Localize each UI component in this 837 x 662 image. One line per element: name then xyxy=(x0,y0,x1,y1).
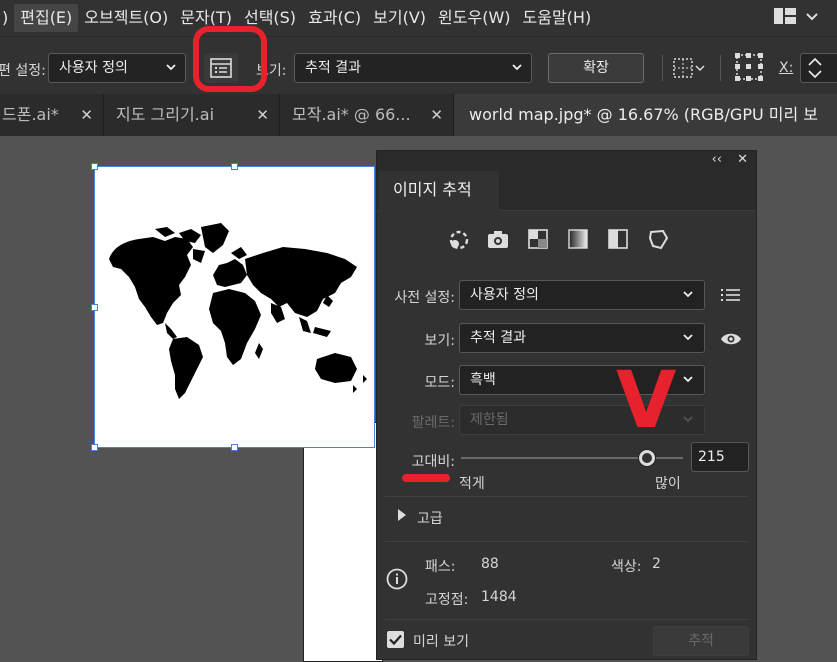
control-bar: 편 설정: 사용자 정의 보기: 추적 결과 확장 X: xyxy=(0,36,837,94)
annotation-underline xyxy=(402,474,450,482)
align-grid-icon[interactable] xyxy=(672,57,706,83)
preview-label: 미리 보기 xyxy=(413,634,469,650)
menu-item-view[interactable]: 보기(V) xyxy=(367,4,432,32)
preview-checkbox[interactable] xyxy=(387,631,404,648)
chevron-down-icon xyxy=(682,406,694,444)
document-tab-bar: 드폰.ai* ✕ 지도 그리기.ai ✕ 모작.ai* @ 66... ✕ world… xyxy=(0,94,837,136)
preset-label: 편 설정: xyxy=(0,63,46,79)
chevron-down-icon xyxy=(165,54,177,92)
close-icon[interactable]: ✕ xyxy=(80,94,93,136)
threshold-input[interactable]: 215 xyxy=(691,442,749,472)
selection-handle[interactable] xyxy=(231,163,238,170)
chevron-down-icon xyxy=(682,324,694,362)
x-label: X: xyxy=(779,60,794,76)
palette-label: 팔레트: xyxy=(411,415,455,431)
disclosure-triangle-icon[interactable] xyxy=(397,508,407,526)
world-map-image[interactable] xyxy=(95,167,374,447)
panel-tab-row: 이미지 추적 xyxy=(377,171,756,212)
camera-icon[interactable] xyxy=(485,226,511,256)
selection-handle[interactable] xyxy=(231,444,238,451)
info-icon xyxy=(386,568,408,594)
low-color-icon[interactable] xyxy=(525,226,551,256)
selection-handle[interactable] xyxy=(91,163,98,170)
trace-button[interactable]: 추적 xyxy=(653,626,749,656)
panel-header: ‹‹ ✕ xyxy=(377,151,756,171)
collapse-icon[interactable]: ‹‹ xyxy=(712,152,722,167)
document-tab[interactable]: 지도 그리기.ai ✕ xyxy=(104,94,280,136)
close-icon[interactable]: ✕ xyxy=(430,94,443,136)
menu-bar: ) 편집(E) 오브젝트(O) 문자(T) 선택(S) 효과(C) 보기(V) … xyxy=(0,0,837,36)
advanced-label[interactable]: 고급 xyxy=(417,508,443,528)
grayscale-icon[interactable] xyxy=(565,226,591,256)
workspace-layout-icon[interactable] xyxy=(773,7,797,29)
preset-menu-icon[interactable] xyxy=(721,287,741,307)
slider-min-label: 적게 xyxy=(459,476,485,492)
artboard-secondary xyxy=(303,422,383,662)
threshold-slider[interactable] xyxy=(461,448,683,468)
paths-label: 패스: xyxy=(425,559,456,575)
document-tab[interactable]: 드폰.ai* ✕ xyxy=(0,94,104,136)
transform-grid-icon[interactable] xyxy=(733,51,765,87)
chevron-down-icon[interactable] xyxy=(805,10,819,26)
close-icon[interactable]: ✕ xyxy=(256,94,269,136)
panel-view-dropdown[interactable]: 추적 결과 xyxy=(459,323,705,353)
document-tab[interactable]: 모작.ai* @ 66... ✕ xyxy=(280,94,454,136)
auto-color-icon[interactable] xyxy=(445,226,471,256)
menu-item-partial[interactable]: ) xyxy=(0,4,14,32)
preset-dropdown[interactable]: 사용자 정의 xyxy=(48,53,186,83)
menu-item-effect[interactable]: 효과(C) xyxy=(302,4,367,32)
menu-item-edit[interactable]: 편집(E) xyxy=(14,4,79,32)
annotation-highlight-box xyxy=(193,26,267,92)
outline-icon[interactable] xyxy=(645,226,671,256)
chevron-down-icon xyxy=(682,281,694,319)
black-and-white-icon[interactable] xyxy=(605,226,631,256)
paths-value: 88 xyxy=(481,556,499,572)
threshold-label: 고대비: xyxy=(411,454,455,470)
view-label: 보기: xyxy=(424,333,455,349)
artboard[interactable] xyxy=(91,163,375,451)
x-stepper[interactable] xyxy=(800,53,837,83)
panel-title-tab[interactable]: 이미지 추적 xyxy=(379,171,499,212)
selection-handle[interactable] xyxy=(91,444,98,451)
image-trace-panel: ‹‹ ✕ 이미지 추적 사전 설정: 사용자 정의 보기: 추적 결과 모드: … xyxy=(376,150,757,660)
document-tab-active[interactable]: world map.jpg* @ 16.67% (RGB/GPU 미리 보 xyxy=(454,94,837,136)
chevron-down-icon xyxy=(511,54,523,92)
chevron-down-icon xyxy=(682,366,694,404)
view-dropdown[interactable]: 추적 결과 xyxy=(294,53,532,83)
slider-thumb[interactable] xyxy=(638,449,657,467)
anchors-label: 고정점: xyxy=(425,592,469,608)
mode-label: 모드: xyxy=(424,375,455,391)
expand-button[interactable]: 확장 xyxy=(548,53,644,83)
menu-item-object[interactable]: 오브젝트(O) xyxy=(78,4,174,32)
eye-icon[interactable] xyxy=(720,331,742,351)
slider-max-label: 많이 xyxy=(655,476,681,492)
selection-handle[interactable] xyxy=(91,304,98,311)
panel-preset-dropdown[interactable]: 사용자 정의 xyxy=(459,280,705,310)
menu-item-window[interactable]: 윈도우(W) xyxy=(432,4,516,32)
preset-label: 사전 설정: xyxy=(394,290,455,306)
menu-item-help[interactable]: 도움말(H) xyxy=(517,4,598,32)
colors-value: 2 xyxy=(652,556,661,572)
close-icon[interactable]: ✕ xyxy=(737,152,748,167)
anchors-value: 1484 xyxy=(481,589,517,605)
colors-label: 색상: xyxy=(611,559,642,575)
annotation-checkmark: V xyxy=(616,356,677,446)
